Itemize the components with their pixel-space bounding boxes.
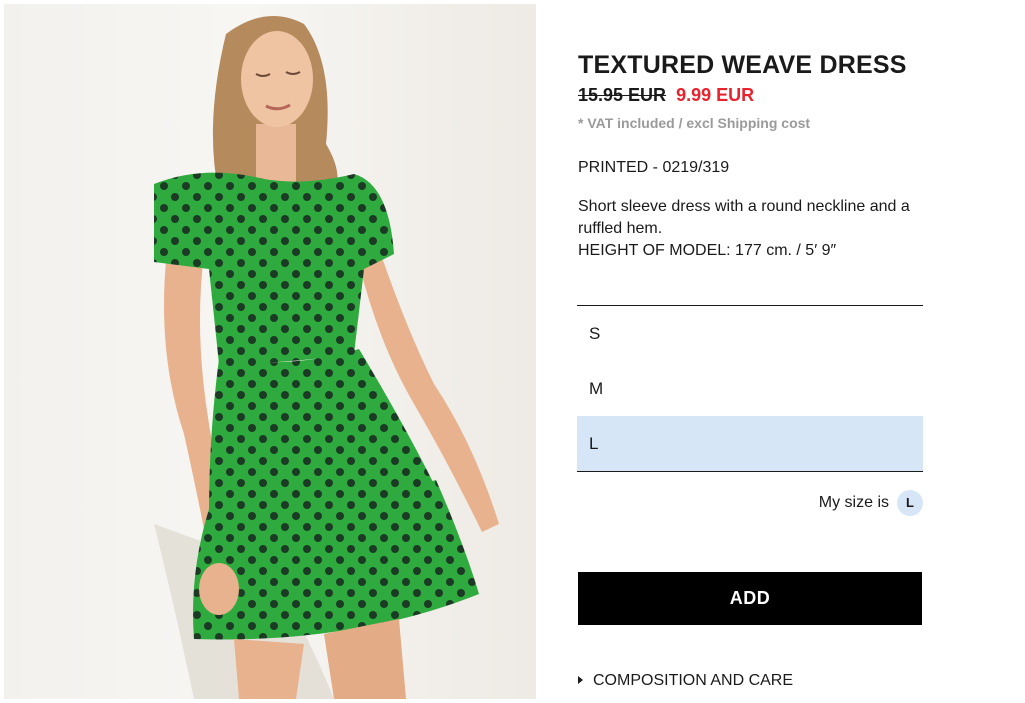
my-size-badge: L [897,489,923,516]
sale-price: 9.99 EUR [676,85,755,105]
triangle-right-icon [578,675,583,684]
size-option-l[interactable]: L [577,416,923,471]
description-text: Short sleeve dress with a round neckline… [578,198,910,237]
model-illustration [154,16,499,699]
price-row: 15.95 EUR 9.99 EUR [578,84,923,106]
add-button[interactable]: ADD [578,572,922,625]
composition-label: COMPOSITION AND CARE [593,672,794,689]
old-price: 15.95 EUR [578,85,667,105]
product-page: TEXTURED WEAVE DRESS 15.95 EUR 9.99 EUR *… [0,0,1025,703]
size-option-s[interactable]: S [577,306,923,361]
size-option-m[interactable]: M [577,361,923,416]
product-image[interactable] [4,4,536,699]
model-height: HEIGHT OF MODEL: 177 cm. / 5′ 9″ [578,242,837,259]
my-size-label: My size is [818,494,889,511]
product-info: TEXTURED WEAVE DRESS 15.95 EUR 9.99 EUR *… [578,50,923,262]
my-size: My size is L [790,489,923,517]
vat-note: * VAT included / excl Shipping cost [578,115,811,131]
product-description: Short sleeve dress with a round neckline… [578,196,923,262]
product-title: TEXTURED WEAVE DRESS [578,51,907,79]
size-selector: S M L [577,305,923,472]
product-reference: PRINTED - 0219/319 [578,159,730,176]
composition-and-care-link[interactable]: COMPOSITION AND CARE [578,670,793,692]
